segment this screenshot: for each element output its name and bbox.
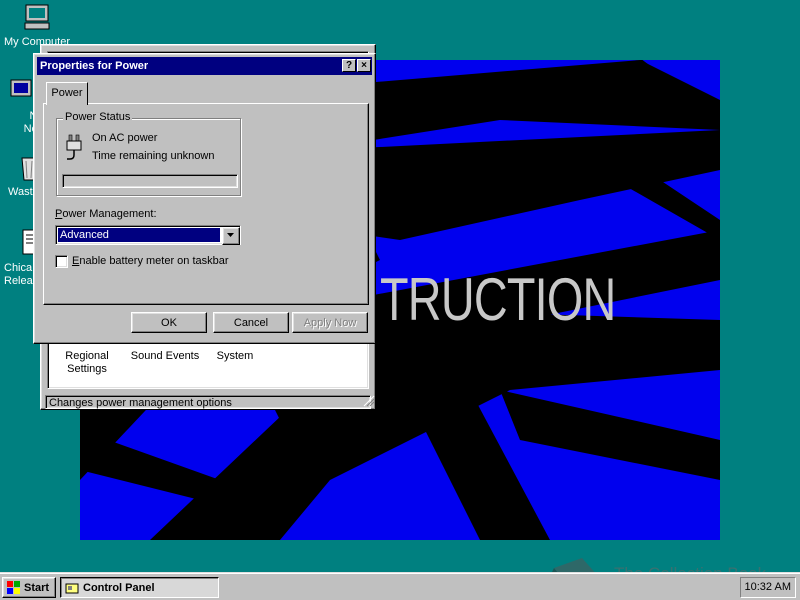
resize-grip-icon[interactable]: [363, 395, 375, 407]
power-source-text: On AC power: [92, 132, 158, 144]
time-remaining-text: Time remaining unknown: [92, 150, 215, 162]
system-item[interactable]: System: [200, 350, 270, 363]
start-label: Start: [24, 582, 50, 594]
chevron-down-icon: [227, 233, 234, 237]
apply-now-button[interactable]: Apply Now: [292, 312, 368, 333]
desktop-icon-my-computer[interactable]: My Computer: [2, 2, 72, 49]
system-tray: 10:32 AM: [740, 577, 796, 598]
power-properties-dialog: Properties for Power ? × Power Power Sta…: [33, 53, 376, 344]
power-plug-icon: [66, 134, 82, 160]
help-button[interactable]: ?: [342, 59, 356, 72]
label-rest: nable battery meter on taskbar: [79, 255, 229, 267]
ok-button[interactable]: OK: [131, 312, 207, 333]
item-label: System: [216, 350, 254, 362]
dialog-title: Properties for Power: [40, 60, 149, 72]
power-status-group: Power Status On AC power Time remaining …: [56, 111, 241, 196]
group-label: Power Status: [63, 111, 133, 123]
select-value: Advanced: [58, 228, 220, 242]
title-bar[interactable]: Properties for Power ? ×: [37, 57, 372, 75]
item-label: Regional Settings: [65, 350, 109, 375]
label-rest: ower Management:: [62, 208, 157, 220]
sound-events-item[interactable]: Sound Events: [125, 350, 205, 363]
tab-power[interactable]: Power: [46, 82, 88, 105]
status-bar: Changes power management options: [45, 395, 371, 409]
task-label: Control Panel: [83, 582, 155, 594]
wallpaper-text: TRUCTION: [380, 266, 616, 333]
tab-panel: Power Status On AC power Time remaining …: [43, 103, 369, 305]
power-management-label: Power Management:: [55, 208, 157, 220]
cancel-button[interactable]: Cancel: [213, 312, 289, 333]
dropdown-button[interactable]: [222, 227, 240, 245]
computer-icon: [21, 2, 53, 34]
regional-settings-item[interactable]: Regional Settings: [52, 350, 122, 376]
clock[interactable]: 10:32 AM: [745, 581, 791, 593]
item-label: Sound Events: [130, 350, 200, 362]
taskbar-control-panel-button[interactable]: Control Panel: [60, 577, 219, 598]
battery-meter-label[interactable]: Enable battery meter on taskbar: [72, 255, 229, 267]
battery-meter-checkbox[interactable]: [55, 255, 68, 268]
start-button[interactable]: Start: [2, 577, 56, 598]
taskbar: Start Control Panel 10:32 AM: [0, 572, 800, 600]
power-management-select[interactable]: Advanced: [55, 225, 241, 245]
battery-progress-bar: [62, 174, 238, 188]
windows-logo-icon: [7, 581, 20, 594]
control-panel-icon: [65, 583, 79, 594]
close-button[interactable]: ×: [357, 59, 371, 72]
